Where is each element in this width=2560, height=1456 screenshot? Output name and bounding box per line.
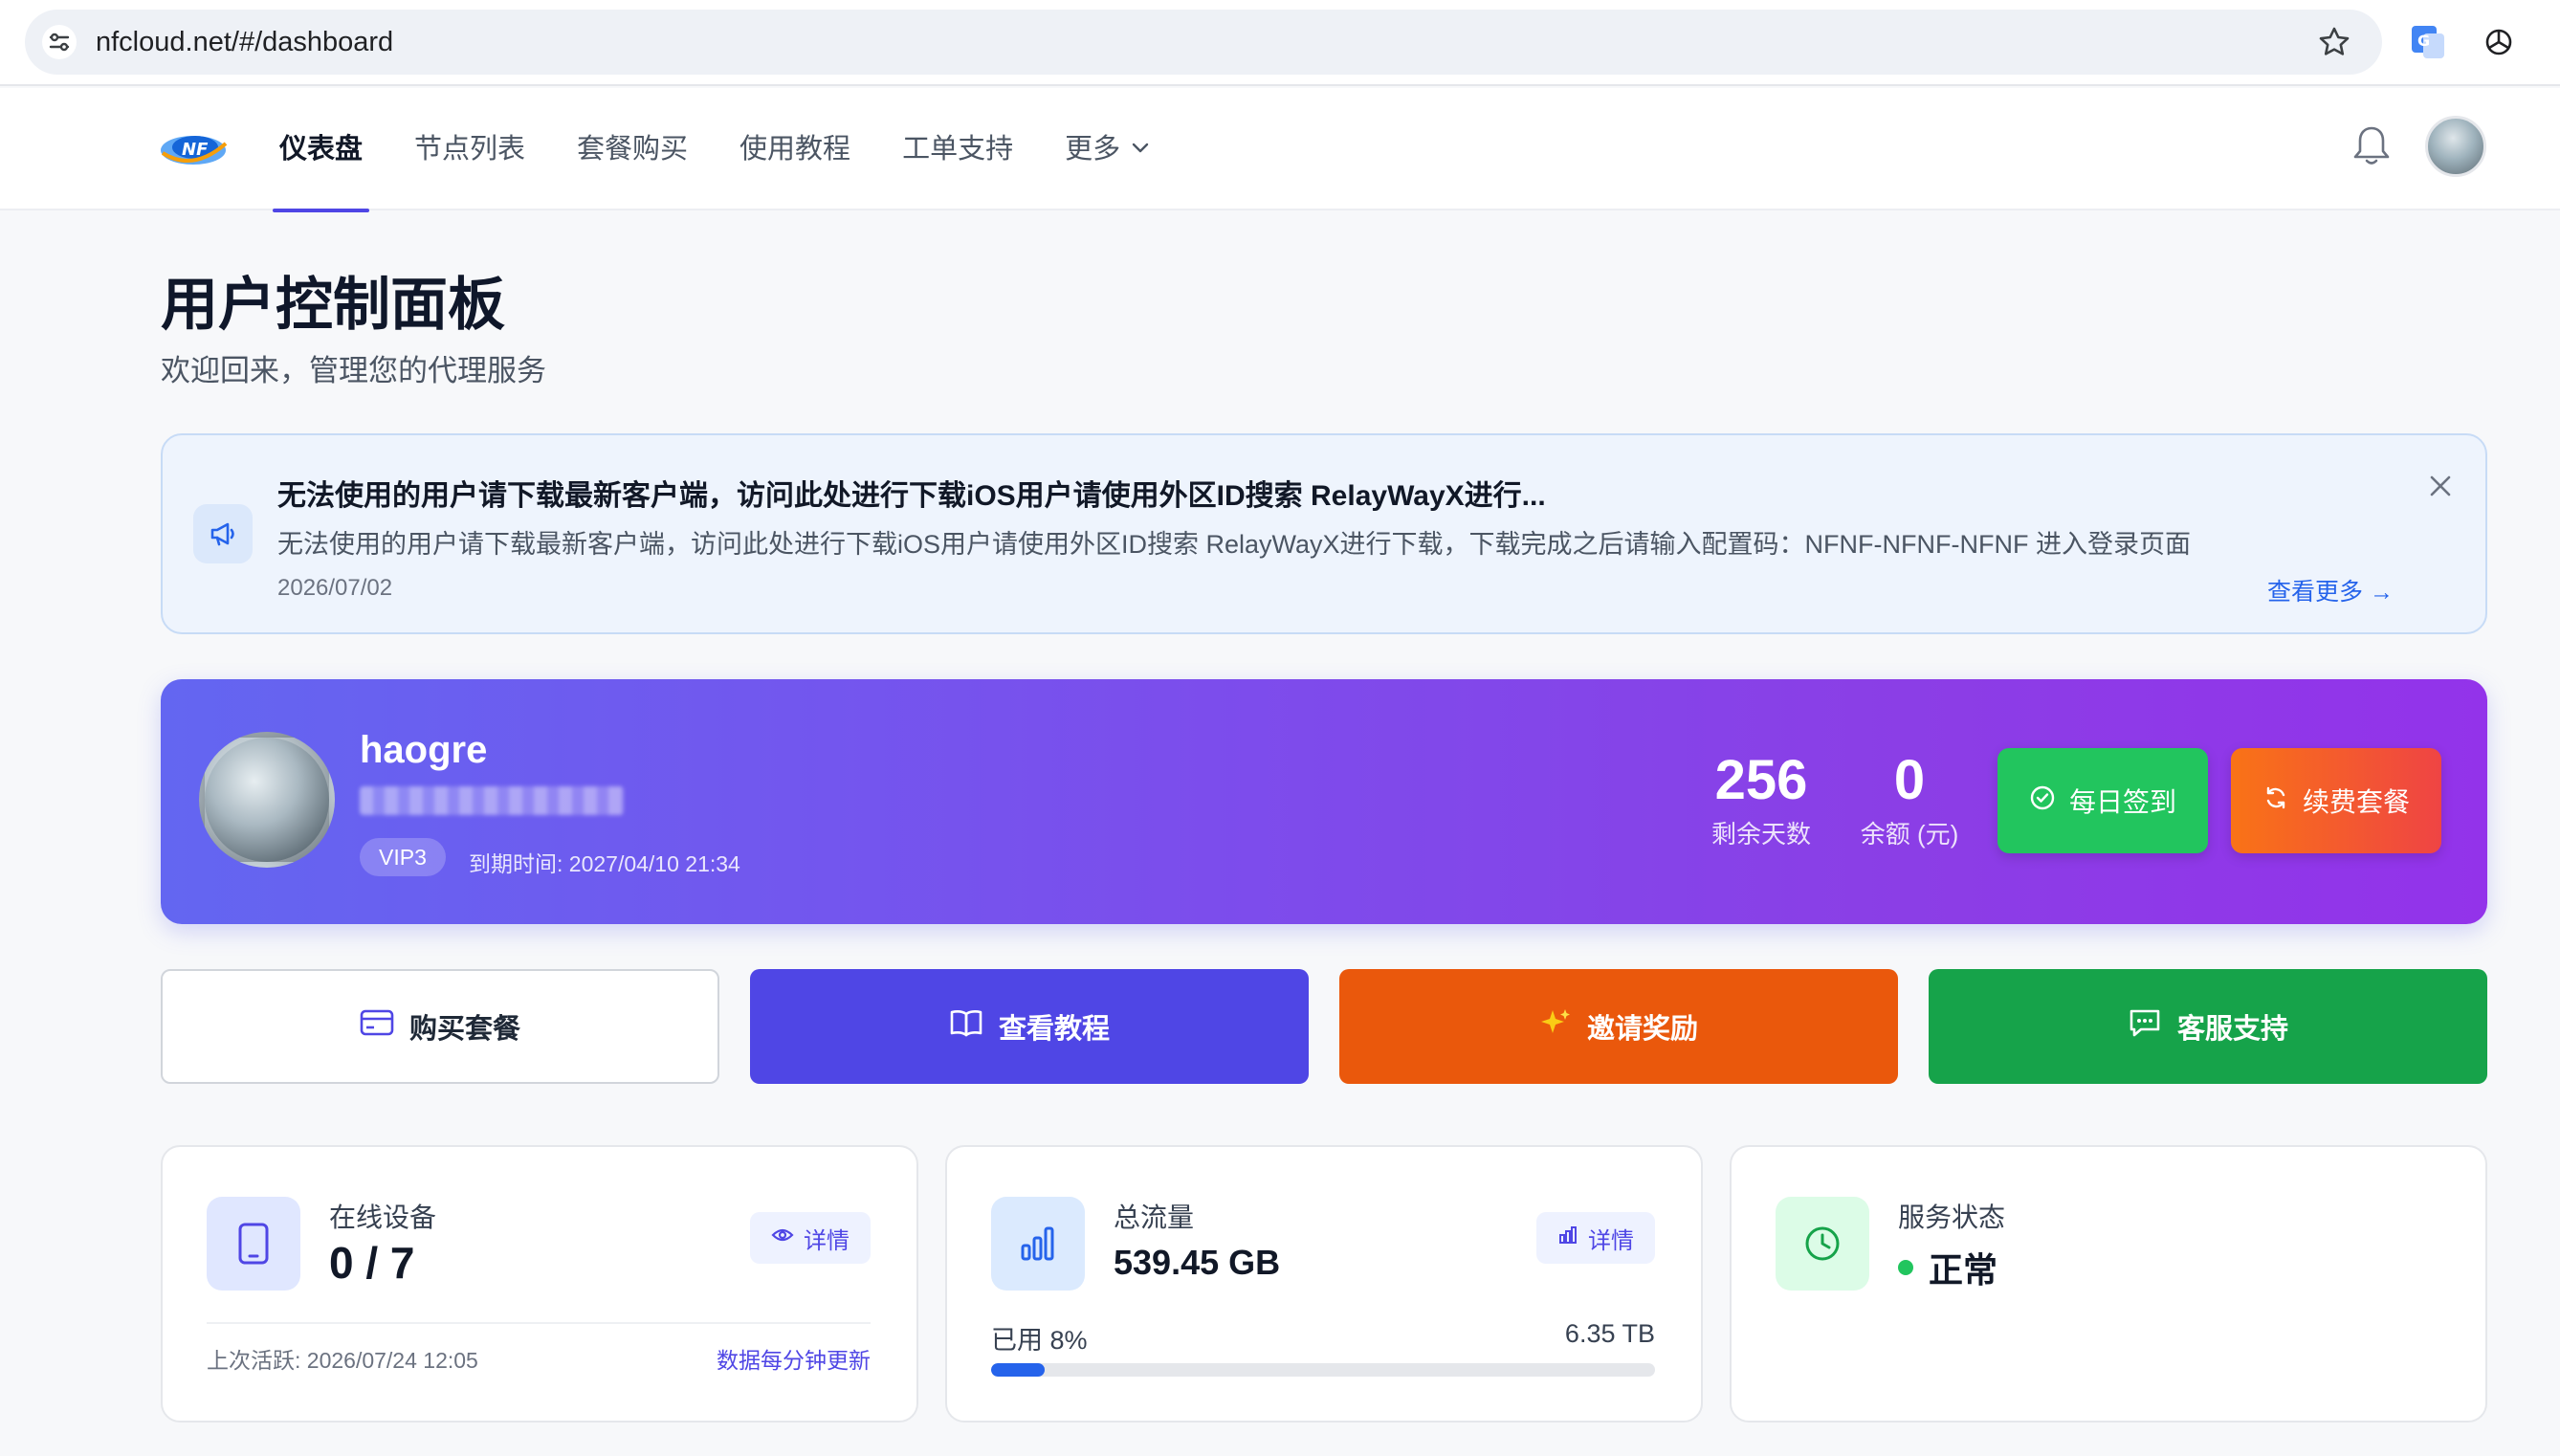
announcement-date: 2026/07/02 (277, 575, 393, 601)
online-devices-card: 在线设备 0 / 7 详情 上次活跃: 2026/07/24 12:05 数据每… (161, 1145, 918, 1423)
daily-checkin-button[interactable]: 每日签到 (1997, 748, 2208, 853)
svg-text:NF: NF (182, 140, 209, 160)
expire-time: 到期时间: 2027/04/10 21:34 (469, 851, 740, 876)
traffic-label: 总流量 (1114, 1202, 1195, 1232)
divider (207, 1322, 871, 1324)
nav-nodes[interactable]: 节点列表 (388, 88, 551, 210)
traffic-total: 6.35 TB (1564, 1319, 1655, 1348)
megaphone-icon (193, 504, 253, 563)
credit-card-icon (360, 1008, 394, 1045)
bell-icon[interactable] (2350, 122, 2393, 168)
user-summary-banner: haogre VIP3 到期时间: 2027/04/10 21:34 256 剩… (161, 679, 2487, 924)
days-left-stat: 256 剩余天数 (1689, 750, 1833, 850)
nav-plans[interactable]: 套餐购买 (551, 88, 714, 210)
vip-badge: VIP3 (360, 838, 446, 876)
traffic-progress-bar (991, 1363, 1655, 1377)
clock-icon (1776, 1197, 1869, 1291)
nf-logo[interactable]: NF (159, 124, 228, 174)
nav-tickets[interactable]: 工单支持 (876, 88, 1039, 210)
status-dot (1898, 1260, 1913, 1275)
chevron-down-icon (1130, 88, 1151, 210)
balance-stat: 0 余额 (元) (1843, 750, 1976, 850)
email-redacted (360, 786, 624, 815)
username: haogre (360, 729, 488, 771)
devices-label: 在线设备 (329, 1202, 437, 1232)
openai-extension-icon[interactable] (2481, 24, 2517, 60)
announcement-title: 无法使用的用户请下载最新客户端，访问此处进行下载iOS用户请使用外区ID搜索 R… (277, 480, 1546, 512)
nav-more[interactable]: 更多 (1039, 88, 1177, 210)
address-bar[interactable]: nfcloud.net/#/dashboard (25, 10, 2382, 75)
site-header: NF 仪表盘 节点列表 套餐购买 使用教程 工单支持 更多 (0, 88, 2560, 212)
user-avatar[interactable] (2425, 116, 2486, 177)
book-open-icon (949, 1007, 983, 1046)
service-status-card: 服务状态 正常 (1730, 1145, 2487, 1423)
site-settings-icon[interactable] (42, 25, 77, 59)
view-more-link[interactable]: 查看更多 → (2267, 573, 2394, 607)
traffic-used: 已用 8% (991, 1326, 1088, 1355)
devices-detail-button[interactable]: 详情 (750, 1212, 871, 1264)
service-status: 正常 (1898, 1243, 1997, 1292)
address-url[interactable]: nfcloud.net/#/dashboard (96, 10, 393, 75)
service-status-value: 正常 (1929, 1250, 1998, 1290)
tablet-icon (207, 1197, 300, 1291)
balance-label: 余额 (元) (1860, 820, 1959, 849)
view-tutorial-button[interactable]: 查看教程 (750, 969, 1309, 1084)
announcement-banner: 无法使用的用户请下载最新客户端，访问此处进行下载iOS用户请使用外区ID搜索 R… (161, 433, 2487, 634)
invite-reward-button[interactable]: 邀请奖励 (1339, 969, 1898, 1084)
bar-chart-icon (991, 1197, 1085, 1291)
renew-plan-button[interactable]: 续费套餐 (2231, 748, 2441, 853)
bookmark-star-icon[interactable] (2315, 23, 2353, 61)
page-title: 用户控制面板 (161, 273, 505, 337)
chat-bubble-icon (2128, 1006, 2162, 1047)
buy-plan-button[interactable]: 购买套餐 (161, 969, 719, 1084)
sparkles-icon (1539, 1006, 1572, 1047)
nav-tutorials[interactable]: 使用教程 (714, 88, 876, 210)
main-nav: 仪表盘 节点列表 套餐购买 使用教程 工单支持 更多 (254, 88, 1177, 212)
browser-chrome: nfcloud.net/#/dashboard G (0, 0, 2560, 86)
devices-value: 0 / 7 (329, 1238, 415, 1288)
days-left-label: 剩余天数 (1710, 820, 1811, 849)
announcement-body: 无法使用的用户请下载最新客户端，访问此处进行下载iOS用户请使用外区ID搜索 R… (277, 530, 2191, 559)
traffic-progress-fill (991, 1363, 1045, 1377)
update-note: 数据每分钟更新 (717, 1348, 871, 1373)
eye-icon (771, 1224, 794, 1251)
refresh-icon (2262, 784, 2289, 818)
check-circle-icon (2029, 784, 2056, 818)
nav-dashboard[interactable]: 仪表盘 (254, 88, 388, 212)
traffic-value: 539.45 GB (1114, 1243, 1281, 1282)
customer-support-button[interactable]: 客服支持 (1929, 969, 2487, 1084)
svg-text:G: G (2417, 32, 2430, 50)
days-left-value: 256 (1714, 749, 1808, 811)
close-icon[interactable] (2424, 470, 2457, 502)
last-active: 上次活跃: 2026/07/24 12:05 (207, 1348, 478, 1373)
translate-extension-icon[interactable]: G (2410, 24, 2446, 60)
balance-value: 0 (1893, 749, 1926, 811)
bar-chart-small-icon (1557, 1224, 1578, 1252)
total-traffic-card: 总流量 539.45 GB 详情 已用 8% 6.35 TB (945, 1145, 1703, 1423)
service-label: 服务状态 (1898, 1202, 2006, 1232)
profile-avatar (199, 732, 335, 868)
page-subtitle: 欢迎回来，管理您的代理服务 (161, 354, 546, 387)
traffic-detail-button[interactable]: 详情 (1536, 1212, 1655, 1264)
